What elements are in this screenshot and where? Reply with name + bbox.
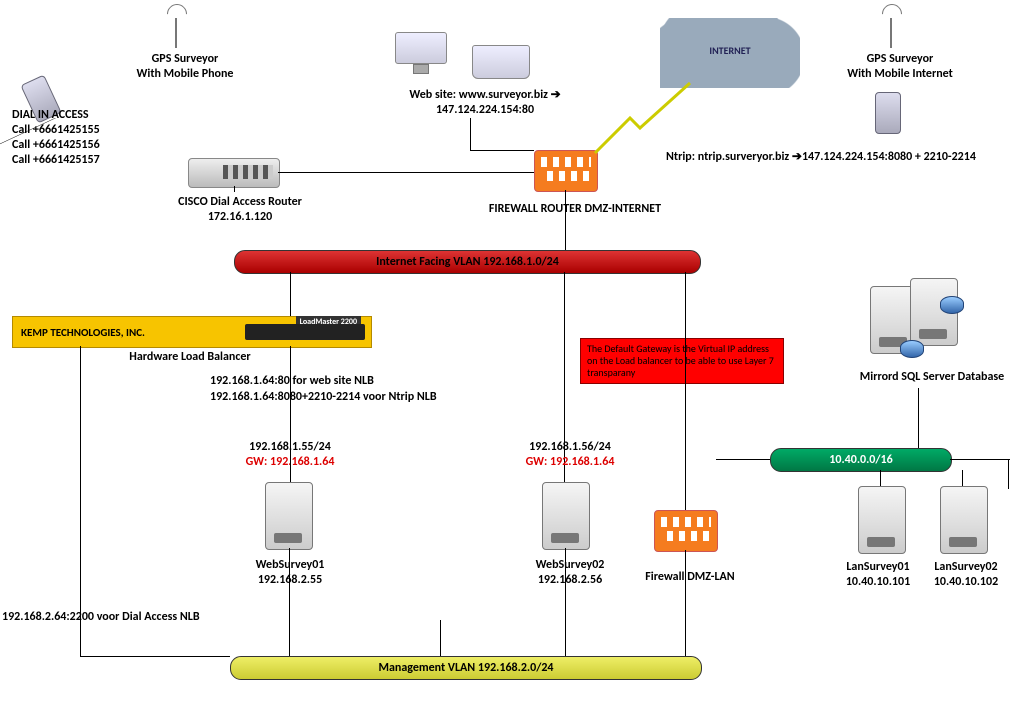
dial-line-2: Call +6661425156 — [12, 138, 100, 153]
lan2-name: LanSurvey02 10.40.10.102 — [916, 560, 1016, 590]
connector — [950, 459, 1010, 460]
web1-name: WebSurvey01 192.168.2.55 — [220, 558, 360, 588]
vlan-db-label: 10.40.0.0/16 — [829, 453, 892, 467]
lansurvey02-icon — [940, 486, 988, 554]
firewall-internet-icon — [534, 150, 598, 192]
vlan-db-segment: 10.40.0.0/16 — [770, 448, 952, 472]
kemp-model: LoadMaster 2200 — [296, 316, 361, 328]
firewall-lan-label: Firewall DMZ-LAN — [620, 570, 760, 585]
web2-ip: 192.168.1.56/24 — [500, 440, 640, 455]
load-balancer-caption: Hardware Load Balancer — [100, 350, 280, 365]
sql-db-icon — [870, 278, 970, 358]
website-label: Web site: www.surveyor.biz ➔ 147.124.224… — [370, 88, 600, 118]
laptop-icon — [472, 45, 530, 79]
connector — [565, 548, 566, 656]
websurvey01-icon — [265, 482, 313, 550]
connector — [278, 172, 534, 173]
kemp-brand: KEMP TECHNOLOGIES, INC. — [21, 326, 145, 339]
nlb-web-label: 192.168.1.64:80 for web site NLB — [210, 374, 374, 389]
gps-antenna-right-icon — [890, 18, 892, 48]
connector — [565, 190, 566, 250]
vlan-internet-facing: Internet Facing VLAN 192.168.1.0/24 — [234, 250, 701, 274]
sql-db-label: Mirrord SQL Server Database — [842, 370, 1022, 385]
connector — [685, 550, 686, 656]
ntrip-label: Ntrip: ntrip.surveryor.biz ➔147.124.224.… — [666, 150, 1024, 165]
internet-link-icon — [590, 78, 700, 158]
mobile-phone-icon — [875, 92, 901, 134]
connector — [290, 346, 291, 482]
connector — [440, 620, 441, 656]
firewall-lan-icon — [654, 510, 718, 552]
lansurvey01-icon — [858, 486, 906, 554]
gps-mobile-phone-label: GPS Surveyor With Mobile Phone — [110, 52, 260, 82]
connector — [289, 548, 290, 656]
web2-name: WebSurvey02 192.168.2.56 — [500, 558, 640, 588]
vlan-management-label: Management VLAN 192.168.2.0/24 — [378, 661, 553, 675]
cisco-router-icon — [188, 158, 280, 188]
gps-antenna-left-icon — [175, 18, 177, 48]
dial-nlb-label: 192.168.2.64:2200 voor Dial Access NLB — [2, 610, 232, 625]
connector — [716, 459, 770, 460]
gateway-note: The Default Gateway is the Virtual IP ad… — [580, 338, 784, 384]
nlb-ntrip-label: 192.168.1.64:8080+2210-2214 voor Ntrip N… — [210, 390, 437, 405]
lan1-name: LanSurvey01 10.40.10.101 — [828, 560, 928, 590]
connector — [918, 388, 919, 448]
connector — [470, 118, 471, 150]
dial-line-3: Call +6661425157 — [12, 153, 100, 168]
connector — [962, 470, 963, 486]
load-balancer-device: KEMP TECHNOLOGIES, INC. LoadMaster 2200 — [12, 316, 372, 348]
cloud-text: INTERNET — [660, 44, 800, 57]
gps-mobile-internet-label: GPS Surveyor With Mobile Internet — [820, 52, 980, 82]
vlan-management: Management VLAN 192.168.2.0/24 — [230, 656, 702, 680]
connector — [880, 470, 881, 486]
web2-gw: GW: 192.168.1.64 — [500, 455, 640, 470]
connector — [234, 186, 235, 192]
connector — [1008, 459, 1009, 489]
websurvey02-icon — [542, 482, 590, 550]
connector — [80, 656, 230, 657]
vlan-internet-facing-label: Internet Facing VLAN 192.168.1.0/24 — [376, 255, 559, 269]
connector — [470, 150, 534, 151]
cisco-router-label: CISCO Dial Access Router 172.16.1.120 — [150, 195, 330, 225]
dial-in-title: DIAL IN ACCESS — [12, 108, 89, 123]
desktop-icon — [395, 32, 445, 72]
firewall-internet-label: FIREWALL ROUTER DMZ-INTERNET — [450, 202, 700, 217]
connector — [685, 272, 686, 510]
